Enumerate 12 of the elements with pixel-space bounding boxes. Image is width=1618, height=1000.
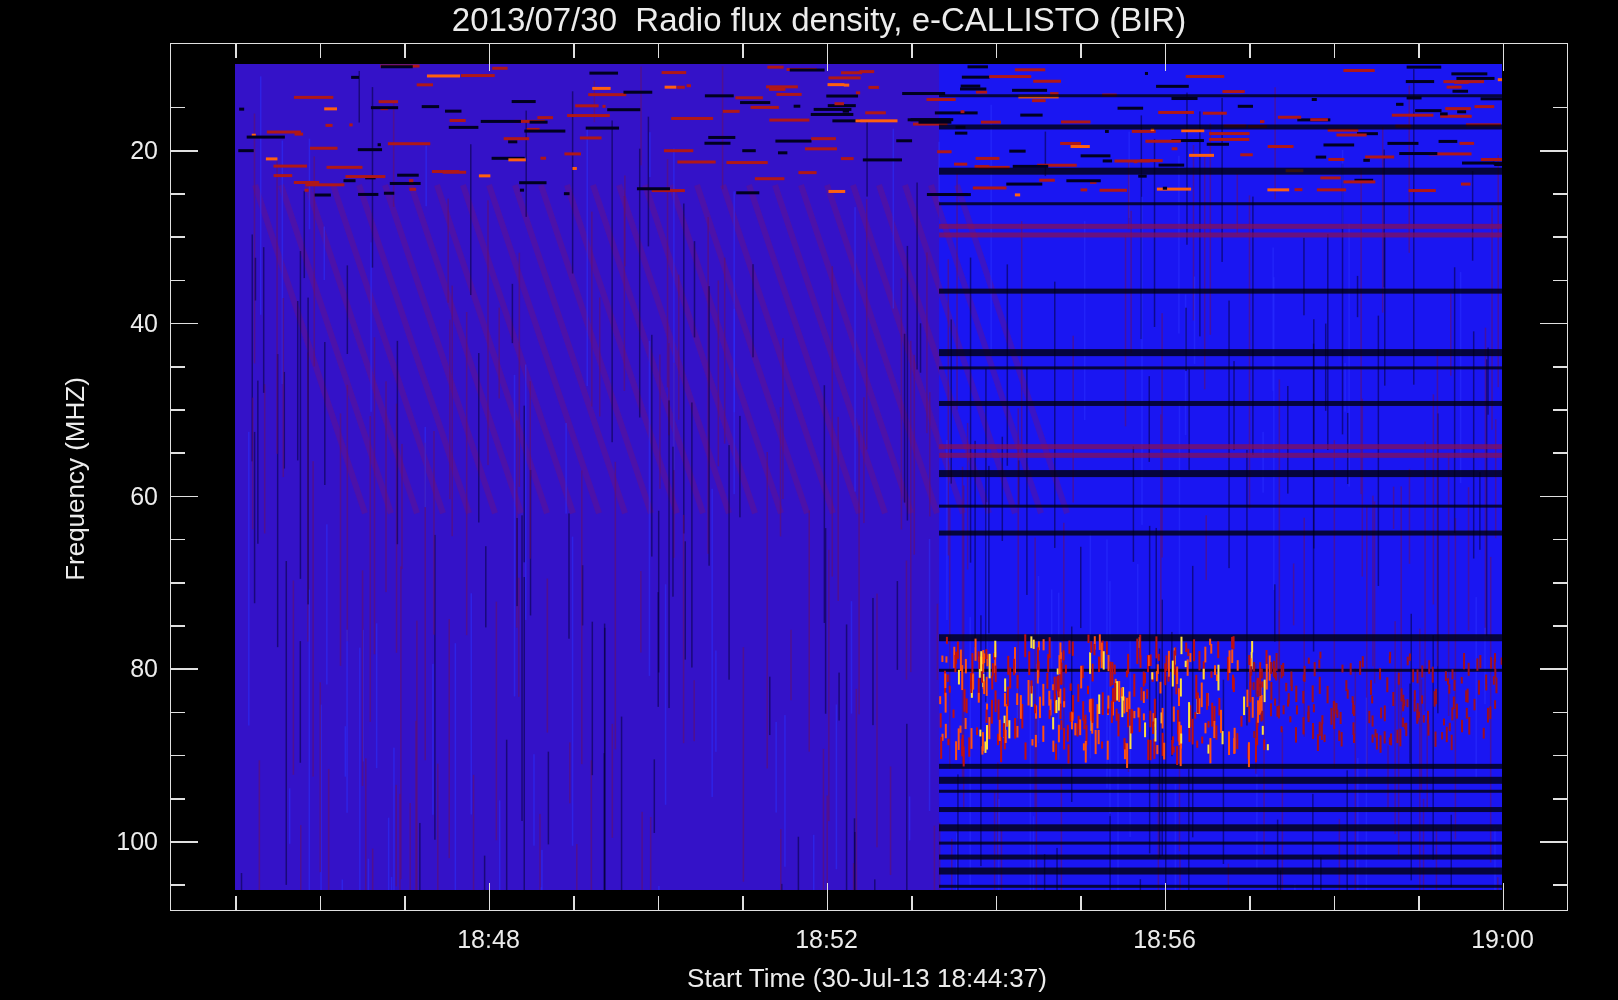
chart-title: 2013/07/30 Radio flux density, e-CALLISTO (BIR) — [451, 0, 1187, 40]
y-tick-label: 60 — [130, 481, 158, 510]
y-tick-label: 20 — [130, 136, 158, 164]
y-tick-label: 100 — [116, 827, 158, 856]
y-tick-label: 80 — [130, 654, 158, 683]
x-tick-label: 19:00 — [1471, 925, 1534, 953]
x-tick-label: 18:56 — [1133, 925, 1196, 953]
x-axis-title: Start Time (30-Jul-13 18:44:37) — [687, 963, 1047, 994]
x-tick-label: 18:52 — [795, 925, 858, 953]
y-tick-label: 40 — [130, 308, 158, 337]
x-tick-label: 18:48 — [457, 925, 520, 953]
y-axis-title: Frequency (MHZ) — [59, 377, 91, 581]
